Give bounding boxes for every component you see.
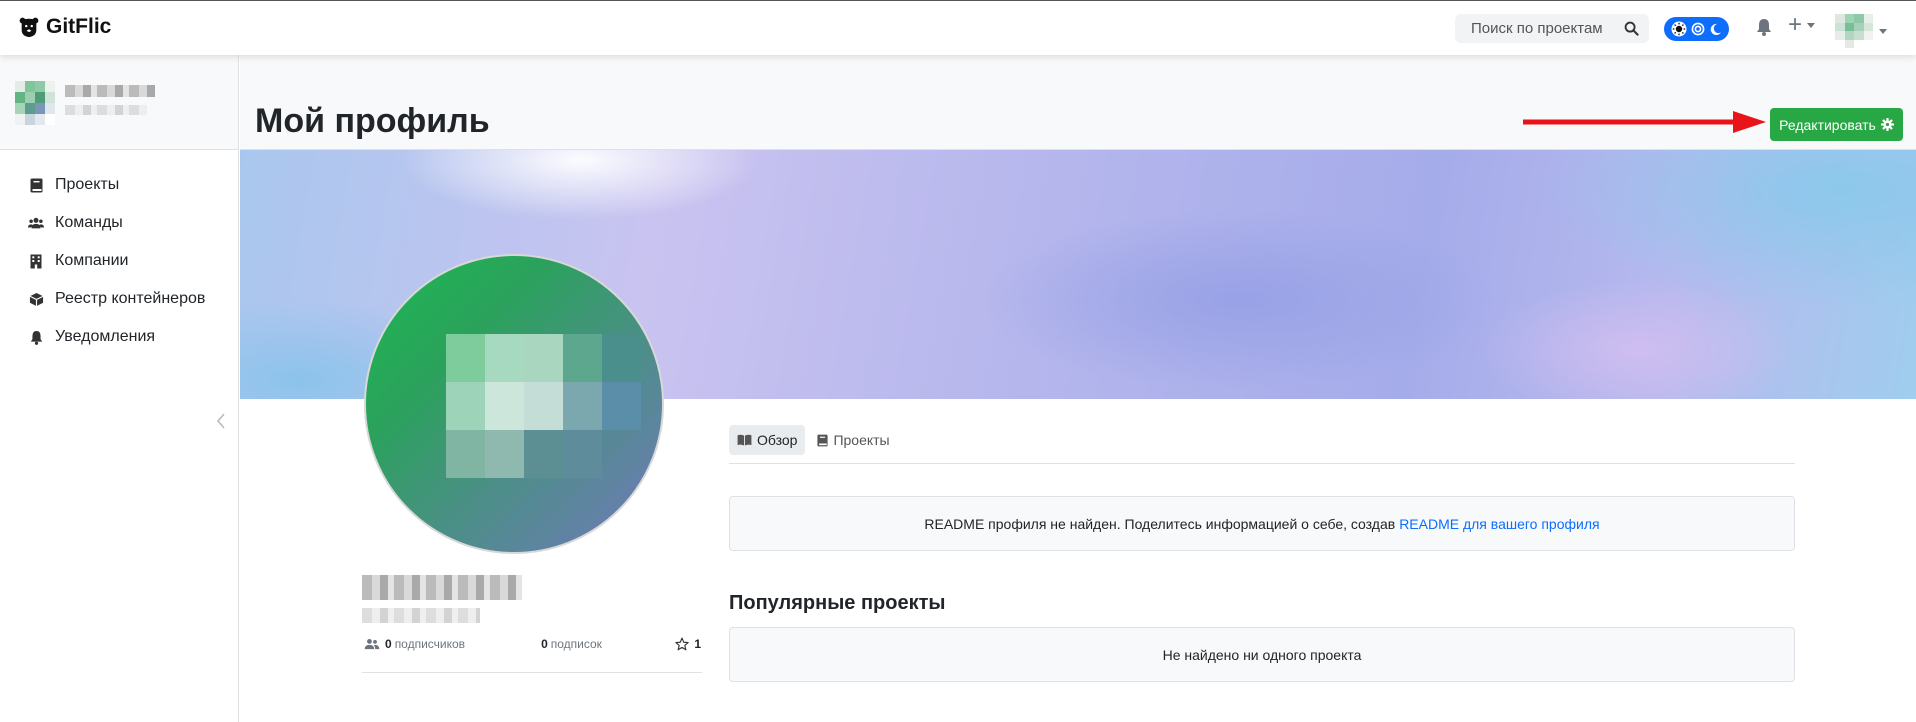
sidebar: Проекты Команды Компании Реестр контейне… xyxy=(0,55,239,722)
following-link[interactable]: 0 подписок xyxy=(541,637,602,651)
page-title: Мой профиль xyxy=(255,102,490,140)
sidebar-item-container-registry[interactable]: Реестр контейнеров xyxy=(0,280,238,318)
following-label: подписок xyxy=(550,637,602,651)
user-menu[interactable] xyxy=(1835,14,1887,48)
tab-overview[interactable]: Обзор xyxy=(729,425,806,455)
building-icon xyxy=(28,254,44,269)
notifications-bell-icon[interactable] xyxy=(1756,18,1772,36)
search-icon[interactable] xyxy=(1624,21,1639,36)
edit-button-label: Редактировать xyxy=(1779,116,1876,133)
profile-login-redacted xyxy=(362,608,480,623)
sidebar-email-redacted xyxy=(65,105,147,115)
chevron-down-icon xyxy=(1879,28,1887,34)
sun-icon[interactable] xyxy=(1671,21,1687,37)
circle-dot-icon[interactable] xyxy=(1691,22,1705,36)
following-count: 0 xyxy=(541,637,548,651)
popular-projects-title: Популярные проекты xyxy=(729,592,946,614)
tab-projects[interactable]: Проекты xyxy=(809,425,897,455)
followers-count: 0 xyxy=(385,637,392,651)
empty-projects-text: Не найдено ни одного проекта xyxy=(1162,646,1362,663)
open-book-icon xyxy=(737,434,752,446)
popular-projects-empty: Не найдено ни одного проекта xyxy=(729,627,1795,682)
sidebar-username-redacted xyxy=(65,85,155,97)
sidebar-avatar[interactable] xyxy=(15,81,55,125)
moon-icon[interactable] xyxy=(1709,23,1722,36)
main-content: Мой профиль Редактировать 0подписчиков xyxy=(240,55,1916,722)
users-icon xyxy=(364,639,380,650)
avatar-pixel-pattern xyxy=(446,334,642,478)
page-header: Мой профиль Редактировать xyxy=(240,55,1916,150)
stats-divider xyxy=(362,672,702,673)
users-icon xyxy=(28,216,44,230)
search-box xyxy=(1455,14,1649,43)
sidebar-item-label: Команды xyxy=(55,214,123,231)
sidebar-item-label: Реестр контейнеров xyxy=(55,290,206,307)
sidebar-item-companies[interactable]: Компании xyxy=(0,242,238,280)
followers-link[interactable]: 0 подписчиков xyxy=(364,637,465,651)
annotation-arrow-icon xyxy=(1523,111,1766,133)
create-readme-link[interactable]: README для вашего профиля xyxy=(1399,516,1599,532)
profile-stats: 0 подписчиков 0 подписок 1 xyxy=(364,637,701,651)
book-icon xyxy=(28,178,44,193)
sidebar-item-label: Проекты xyxy=(55,176,120,193)
readme-notice-text: README профиля не найден. Поделитесь инф… xyxy=(924,515,1396,532)
readme-notice: README профиля не найден. Поделитесь инф… xyxy=(729,496,1795,551)
profile-tabs: Обзор Проекты xyxy=(729,425,898,455)
bell-icon xyxy=(28,330,44,345)
gitflic-logo[interactable]: GitFlic xyxy=(18,15,111,39)
book-icon xyxy=(817,434,829,446)
profile-avatar xyxy=(364,254,664,554)
chevron-down-icon xyxy=(1807,22,1816,28)
star-icon xyxy=(675,637,690,651)
logo-text: GitFlic xyxy=(46,15,112,38)
followers-label: подписчиков xyxy=(394,637,466,651)
bear-logo-icon xyxy=(19,17,39,38)
sidebar-item-teams[interactable]: Команды xyxy=(0,204,238,242)
theme-toggle[interactable] xyxy=(1664,17,1729,41)
sidebar-collapse-chevron-left-icon[interactable] xyxy=(216,412,226,430)
sidebar-user-card[interactable] xyxy=(0,55,238,150)
create-menu[interactable]: + xyxy=(1788,13,1816,37)
user-avatar[interactable] xyxy=(1835,14,1873,48)
sidebar-item-label: Уведомления xyxy=(55,328,156,345)
search-input[interactable] xyxy=(1471,20,1621,37)
top-navbar: GitFlic + xyxy=(0,0,1916,55)
plus-icon[interactable]: + xyxy=(1788,13,1802,37)
gear-icon xyxy=(1880,118,1894,131)
tab-label: Обзор xyxy=(757,432,798,448)
edit-profile-button[interactable]: Редактировать xyxy=(1770,108,1903,141)
sidebar-item-projects[interactable]: Проекты xyxy=(0,166,238,204)
sidebar-item-notifications[interactable]: Уведомления xyxy=(0,318,238,356)
box-icon xyxy=(28,292,44,307)
sidebar-item-label: Компании xyxy=(55,252,129,269)
profile-name-redacted xyxy=(362,575,522,600)
sidebar-nav: Проекты Команды Компании Реестр контейне… xyxy=(0,150,238,356)
stars-count: 1 xyxy=(694,637,701,651)
tabs-divider xyxy=(729,463,1795,464)
tab-label: Проекты xyxy=(833,432,890,448)
stars-link[interactable]: 1 xyxy=(675,637,701,651)
